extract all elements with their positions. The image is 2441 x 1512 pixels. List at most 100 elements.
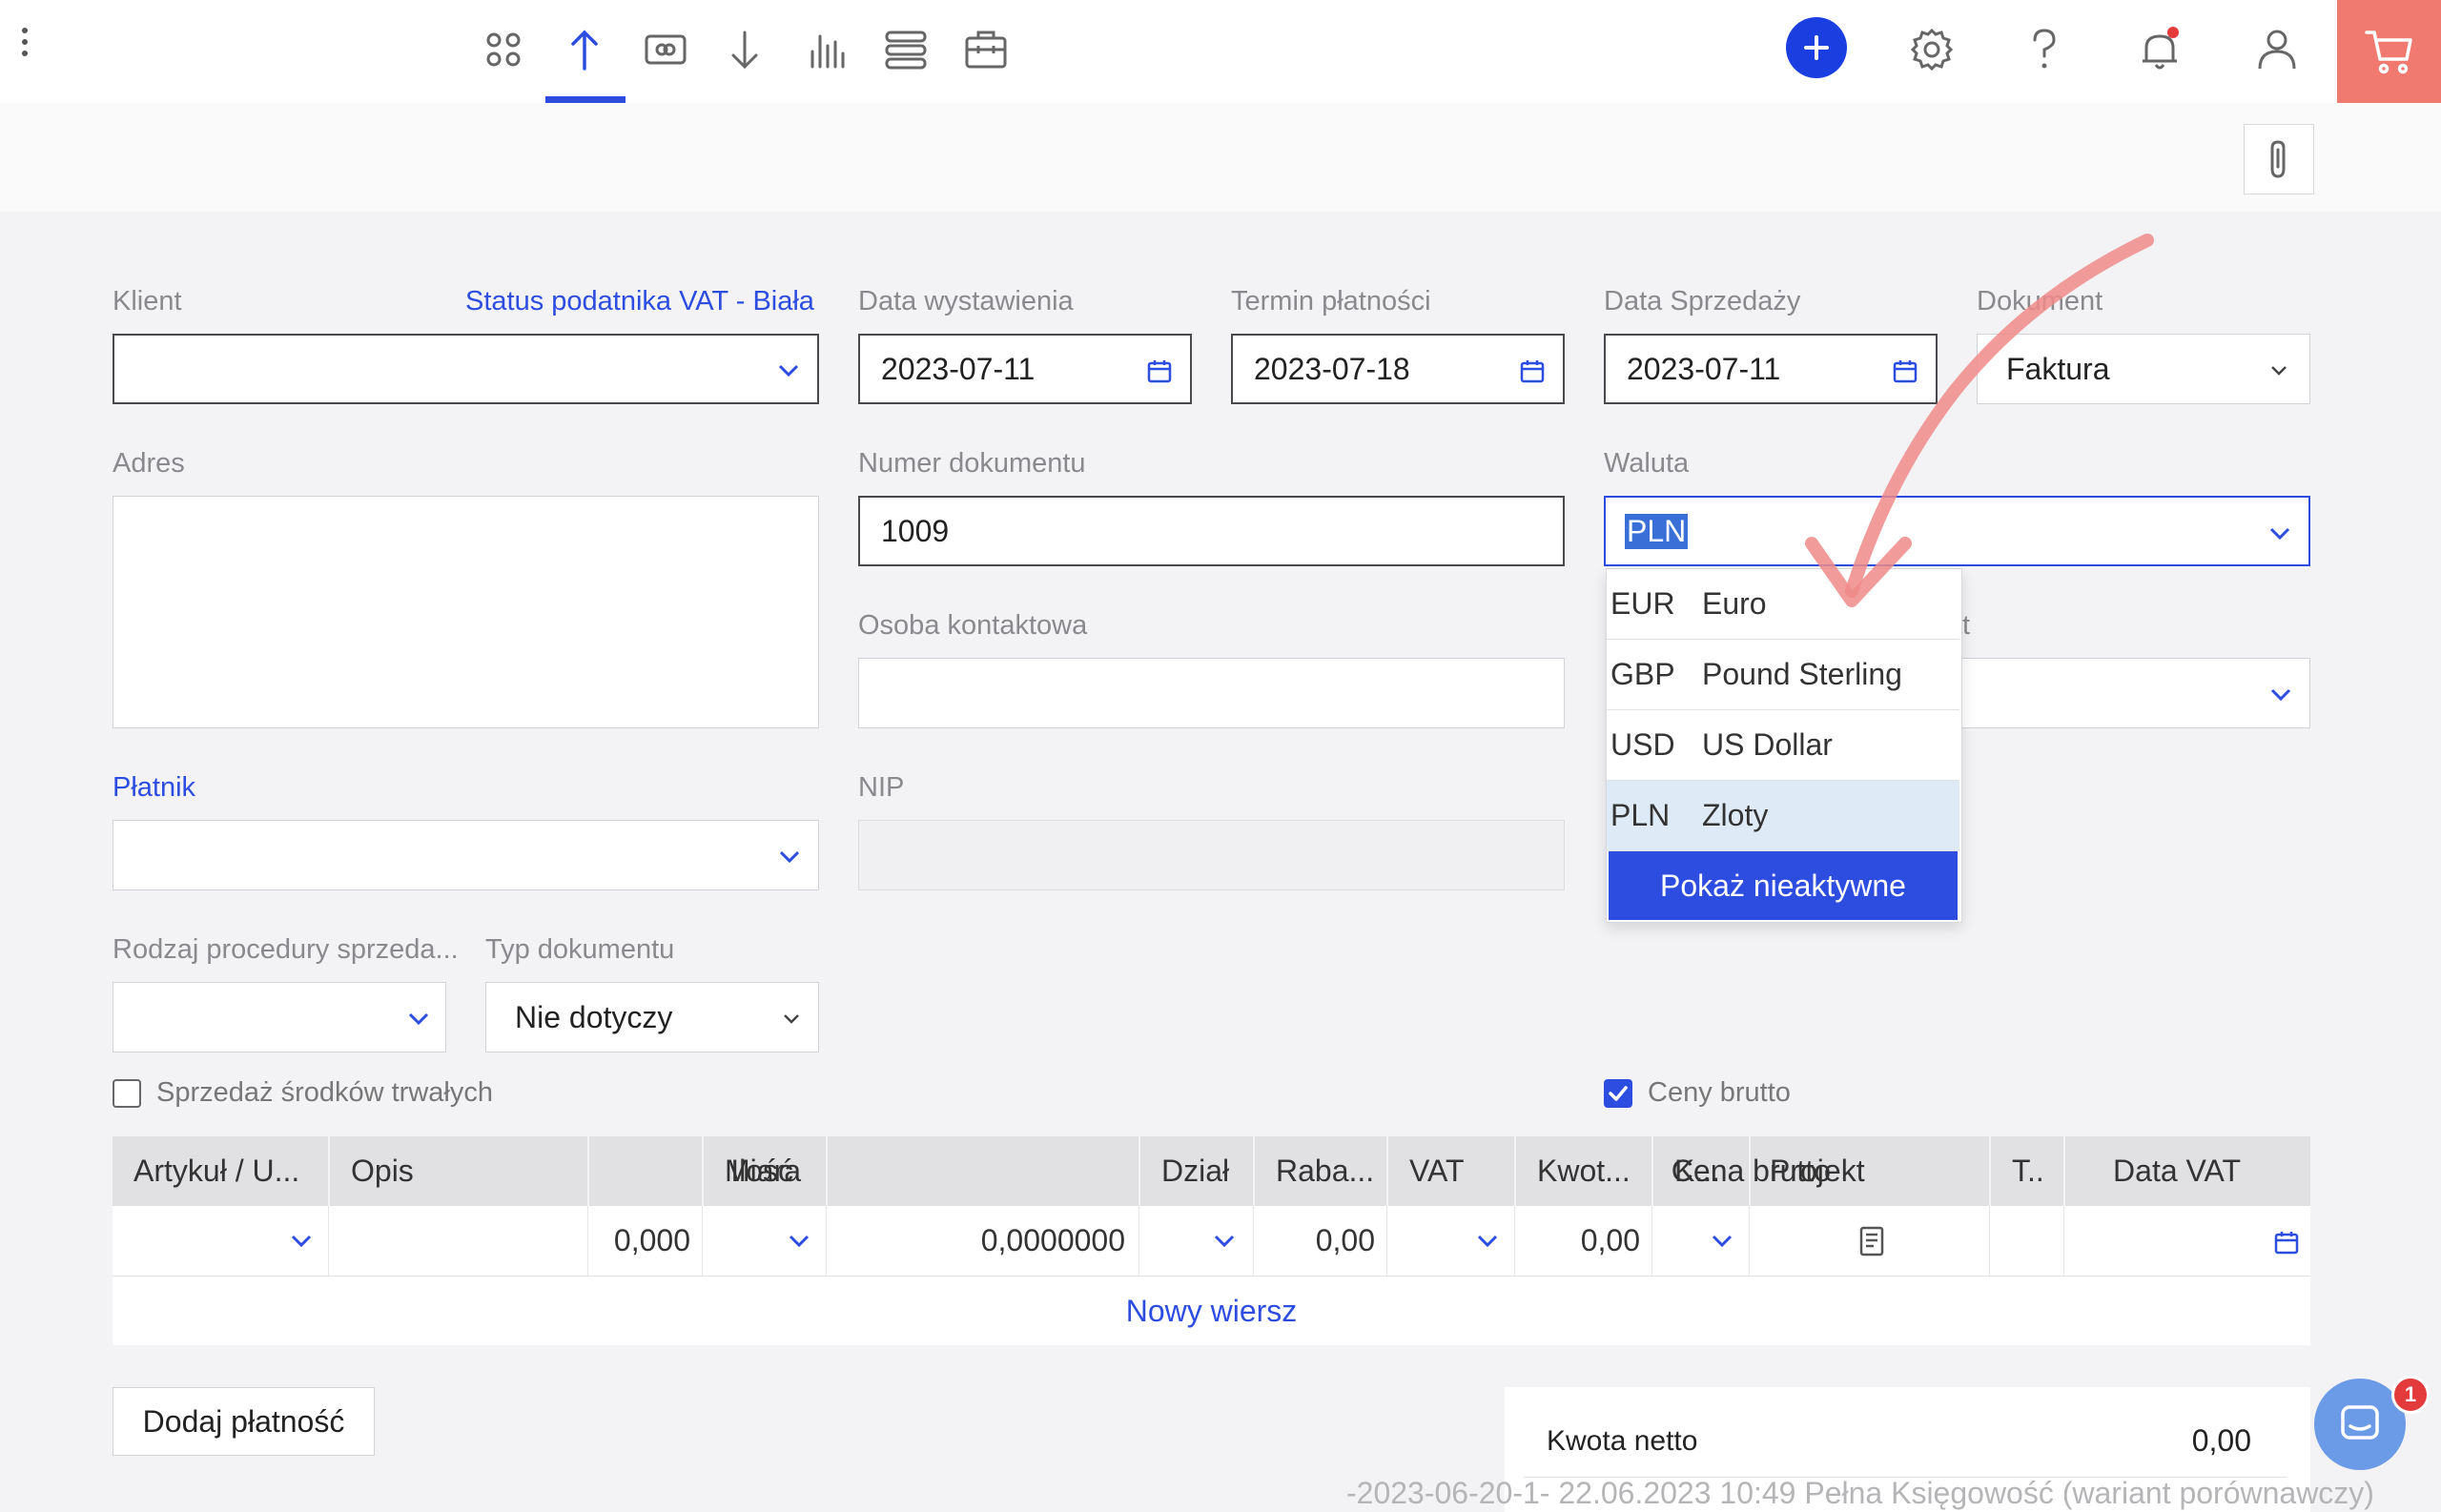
chevron-down-icon[interactable] (1474, 1227, 1501, 1254)
dashboard-icon[interactable] (473, 19, 534, 80)
chat-icon (2341, 1405, 2379, 1440)
reports-icon[interactable] (795, 19, 856, 80)
cell-divider (328, 1206, 329, 1276)
procedure-select[interactable] (113, 982, 446, 1052)
calendar-icon[interactable] (2273, 1229, 2300, 1256)
sale-date-label: Data Sprzedaży (1604, 286, 1801, 317)
currency-code: GBP (1610, 657, 1675, 691)
client-label: Klient (113, 286, 182, 317)
doc-type-value: Nie dotyczy (515, 999, 673, 1034)
doc-type-label: Typ dokumentu (485, 934, 675, 965)
vat-status-link[interactable]: Status podatnika VAT - Biała (465, 286, 814, 317)
bell-icon[interactable] (2129, 19, 2190, 80)
fixed-assets-checkbox[interactable] (113, 1079, 141, 1108)
payment-due-field[interactable]: 2023-07-18 (1231, 334, 1565, 404)
chevron-down-icon (2270, 688, 2291, 702)
document-icon[interactable] (1857, 1225, 1886, 1257)
doc-number-label: Numer dokumentu (858, 448, 1086, 479)
address-label: Adres (113, 448, 185, 479)
cell-divider (1651, 1206, 1652, 1276)
chevron-down-icon (2271, 366, 2287, 376)
cell-divider (702, 1206, 703, 1276)
issue-date-value: 2023-07-11 (881, 351, 1036, 386)
money-icon[interactable] (635, 19, 696, 80)
chevron-down-icon[interactable] (1709, 1227, 1735, 1254)
chevron-down-icon (784, 1014, 799, 1024)
gear-icon[interactable] (1901, 19, 1962, 80)
doc-number-field[interactable]: 1009 (858, 496, 1565, 566)
expense-icon[interactable] (714, 19, 775, 80)
gross-prices-checkbox[interactable] (1604, 1079, 1632, 1108)
col-vat-date[interactable]: Data VAT (113, 1136, 2241, 1206)
plus-icon (1804, 35, 1829, 60)
new-row-button[interactable]: Nowy wiersz (113, 1277, 2310, 1345)
version-watermark: -2023-06-20-1- 22.06.2023 10:49 Pełna Ks… (1346, 1476, 2374, 1510)
gross-price-cell[interactable]: 0,0000000 (828, 1206, 1125, 1276)
currency-option-gbp[interactable]: GBP Pound Sterling (1607, 640, 1959, 710)
more-menu-icon[interactable] (13, 25, 36, 63)
contact-label: Osoba kontaktowa (858, 610, 1088, 641)
client-select[interactable] (113, 334, 819, 404)
address-textarea[interactable] (113, 496, 819, 728)
currency-name: US Dollar (1702, 727, 1833, 762)
payer-select[interactable] (113, 820, 819, 890)
calendar-icon[interactable] (1519, 358, 1546, 384)
discount-cell[interactable]: 0,00 (1255, 1206, 1375, 1276)
cart-icon (2364, 31, 2412, 74)
add-payment-label: Dodaj płatność (142, 1403, 345, 1439)
cell-divider (1749, 1206, 1750, 1276)
currency-option-pln[interactable]: PLN Zloty (1607, 781, 1959, 851)
cell-divider (1138, 1206, 1139, 1276)
cell-divider (1514, 1206, 1515, 1276)
net-amount-label: Kwota netto (1547, 1425, 1698, 1457)
calendar-icon[interactable] (1146, 358, 1173, 384)
currency-value: PLN (1625, 498, 1689, 564)
project-select[interactable] (1945, 658, 2310, 728)
checkmark-icon (1609, 1086, 1628, 1101)
add-button[interactable] (1786, 17, 1847, 78)
chevron-down-icon (778, 364, 799, 378)
cell-divider (1386, 1206, 1387, 1276)
chevron-down-icon[interactable] (1211, 1227, 1238, 1254)
currency-code: USD (1610, 727, 1675, 762)
chat-badge: 1 (2391, 1376, 2430, 1414)
briefcase-icon[interactable] (955, 19, 1016, 80)
quantity-cell[interactable]: 0,000 (589, 1206, 690, 1276)
issue-date-label: Data wystawienia (858, 286, 1074, 317)
doc-number-value: 1009 (881, 513, 950, 548)
contact-field[interactable] (858, 658, 1565, 728)
attachment-button[interactable] (2244, 124, 2314, 194)
active-tab-indicator (545, 96, 626, 103)
doc-type-select[interactable]: Nie dotyczy (485, 982, 819, 1052)
chevron-down-icon[interactable] (288, 1227, 315, 1254)
help-icon[interactable] (2014, 19, 2075, 80)
list-icon[interactable] (875, 19, 936, 80)
chevron-down-icon[interactable] (786, 1227, 812, 1254)
table-header: Artykuł / U... Opis Ilość Miara Cena bru… (113, 1136, 2310, 1206)
nip-field (858, 820, 1565, 890)
user-icon[interactable] (2246, 19, 2308, 80)
currency-name: Zloty (1702, 798, 1769, 832)
payer-label: Płatnik (113, 772, 196, 803)
add-payment-button[interactable]: Dodaj płatność (113, 1387, 375, 1456)
currency-option-usd[interactable]: USD US Dollar (1607, 710, 1959, 781)
show-inactive-label: Pokaż nieaktywne (1660, 868, 1906, 903)
net-amount-value: 0,00 (2191, 1423, 2251, 1458)
fixed-assets-label: Sprzedaż środków trwałych (156, 1077, 493, 1108)
currency-name: Pound Sterling (1702, 657, 1902, 691)
procedure-label: Rodzaj procedury sprzeda... (113, 934, 459, 965)
cell-divider (1989, 1206, 1990, 1276)
action-strip (0, 103, 2441, 212)
amount-cell[interactable]: 0,00 (1516, 1206, 1640, 1276)
cart-button[interactable] (2337, 0, 2441, 103)
sale-date-value: 2023-07-11 (1627, 351, 1781, 386)
chevron-down-icon (779, 850, 800, 864)
cell-divider (587, 1206, 588, 1276)
show-inactive-button[interactable]: Pokaż nieaktywne (1609, 851, 1958, 920)
currency-label: Waluta (1604, 448, 1690, 479)
paperclip-icon (2270, 140, 2286, 178)
income-icon[interactable] (554, 19, 615, 80)
issue-date-field[interactable]: 2023-07-11 (858, 334, 1192, 404)
gross-prices-label: Ceny brutto (1648, 1077, 1791, 1108)
chevron-down-icon (2269, 527, 2290, 541)
